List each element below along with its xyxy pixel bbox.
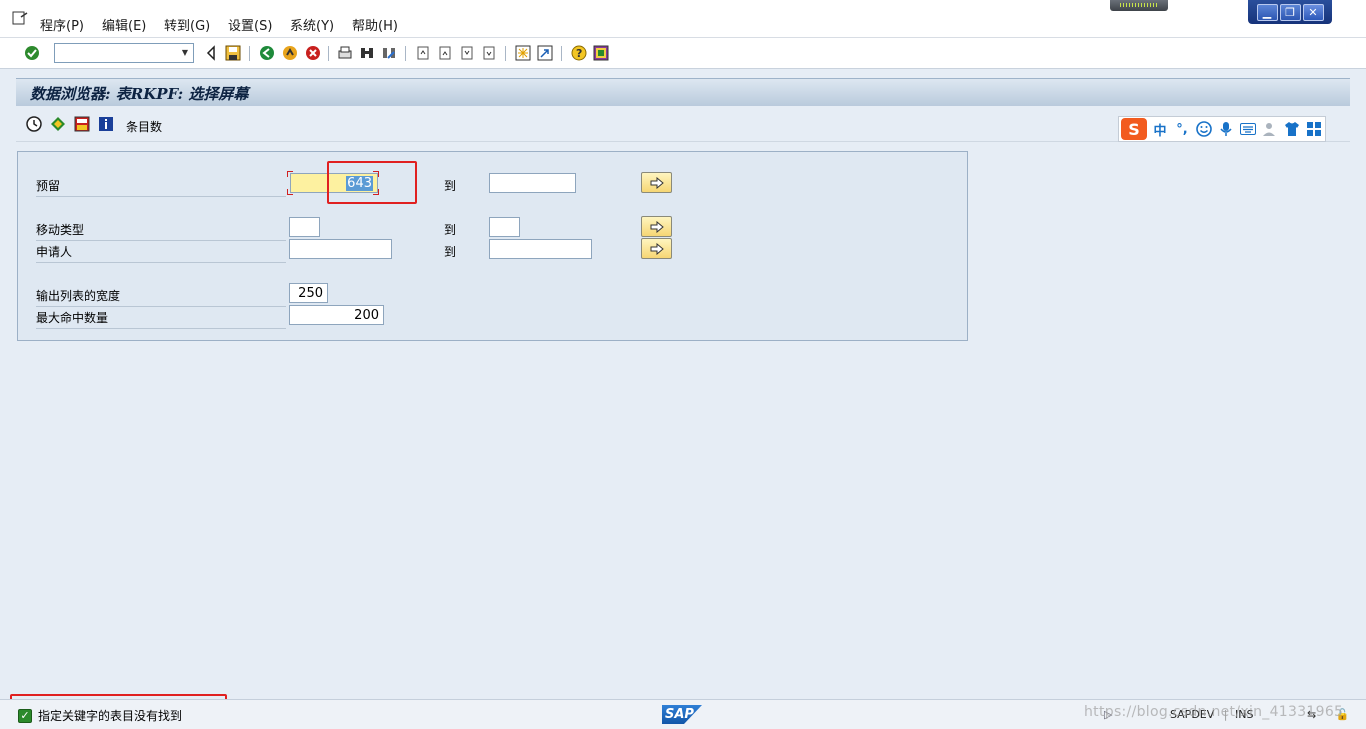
next-page-icon[interactable] xyxy=(459,45,475,61)
standard-toolbar: ▼ ? xyxy=(0,38,1366,69)
layout-menu-icon[interactable] xyxy=(593,45,609,61)
svg-text:?: ? xyxy=(576,47,582,60)
first-page-icon[interactable] xyxy=(415,45,431,61)
close-window-button[interactable]: ✕ xyxy=(1302,3,1324,21)
menu-help[interactable]: 帮助(H) xyxy=(352,15,398,34)
to-label-movement-type: 到 xyxy=(444,223,457,237)
sap-logo: SAP xyxy=(662,705,702,724)
cancel-icon[interactable] xyxy=(305,45,321,61)
save-variant-icon[interactable] xyxy=(74,116,90,132)
menu-settings[interactable]: 设置(S) xyxy=(228,15,272,34)
output-width-input[interactable]: 250 xyxy=(289,283,328,303)
field-label-movement-type: 移动类型 xyxy=(36,221,286,241)
command-field[interactable]: ▼ xyxy=(54,43,194,63)
sogou-logo[interactable]: S xyxy=(1121,118,1147,140)
movement-type-multiple-selection-button[interactable] xyxy=(641,216,672,237)
menu-edit[interactable]: 编辑(E) xyxy=(102,15,146,34)
window-controls: ▁ ❐ ✕ xyxy=(1248,0,1332,24)
max-hits-input[interactable]: 200 xyxy=(289,305,384,325)
page-title: 数据浏览器: 表RKPF: 选择屏幕 xyxy=(30,85,249,103)
status-message-text: 指定关键字的表目没有找到 xyxy=(38,709,183,723)
arrow-right-icon xyxy=(650,220,664,233)
reservation-high-input[interactable] xyxy=(489,173,576,193)
watermark: https://blog.csdn.net/xin_41331965 xyxy=(1084,704,1344,720)
field-label-max-hits: 最大命中数量 xyxy=(36,309,286,329)
menu-program[interactable]: 程序(P) xyxy=(40,15,84,34)
print-icon[interactable] xyxy=(337,45,353,61)
save-icon[interactable] xyxy=(225,45,241,61)
user-icon[interactable] xyxy=(1261,120,1279,138)
minimize-button[interactable]: ▁ xyxy=(1256,3,1278,21)
collapse-arrow-icon[interactable] xyxy=(203,45,219,61)
info-icon[interactable] xyxy=(98,116,114,132)
arrow-right-icon xyxy=(650,176,664,189)
requester-low-input[interactable] xyxy=(289,239,392,259)
annotation-box-reservation xyxy=(327,161,417,204)
arrow-right-icon xyxy=(650,242,664,255)
execute-clock-icon[interactable] xyxy=(26,116,42,132)
toolbox-grid-icon[interactable] xyxy=(1305,120,1323,138)
requester-high-input[interactable] xyxy=(489,239,592,259)
keyboard-icon[interactable] xyxy=(1239,120,1257,138)
ime-punct[interactable]: °, xyxy=(1173,120,1191,138)
help-icon[interactable]: ? xyxy=(571,45,587,61)
status-message[interactable]: ✓ 指定关键字的表目没有找到 xyxy=(18,707,182,724)
shortcut-icon[interactable] xyxy=(537,45,553,61)
back-icon[interactable] xyxy=(259,45,275,61)
success-check-icon: ✓ xyxy=(18,708,32,723)
to-label-reservation: 到 xyxy=(444,179,457,193)
selection-options-icon[interactable] xyxy=(50,116,66,132)
last-page-icon[interactable] xyxy=(481,45,497,61)
movement-type-low-input[interactable] xyxy=(289,217,320,237)
field-label-requester: 申请人 xyxy=(36,243,286,263)
find-icon[interactable] xyxy=(359,45,375,61)
screen-title-bar: 数据浏览器: 表RKPF: 选择屏幕 xyxy=(16,78,1350,106)
previous-page-icon[interactable] xyxy=(437,45,453,61)
emoji-icon[interactable] xyxy=(1195,120,1213,138)
exit-icon[interactable] xyxy=(282,45,298,61)
menu-system[interactable]: 系统(Y) xyxy=(290,15,334,34)
find-next-icon[interactable] xyxy=(381,45,397,61)
enter-check-icon[interactable] xyxy=(24,45,40,61)
movement-type-high-input[interactable] xyxy=(489,217,520,237)
connection-indicator xyxy=(1110,0,1168,11)
ime-toolbar: S 中 °, xyxy=(1118,116,1326,142)
to-label-requester: 到 xyxy=(444,245,457,259)
ime-mode[interactable]: 中 xyxy=(1151,120,1169,139)
reservation-multiple-selection-button[interactable] xyxy=(641,172,672,193)
menu-bar: 程序(P) 编辑(E) 转到(G) 设置(S) 系统(Y) 帮助(H) ▁ ❐ … xyxy=(0,0,1366,38)
restore-button[interactable]: ❐ xyxy=(1279,3,1301,21)
entry-count-button[interactable]: 条目数 xyxy=(126,118,162,135)
system-menu-icon[interactable] xyxy=(12,11,28,25)
microphone-icon[interactable] xyxy=(1217,120,1235,138)
field-label-reservation: 预留 xyxy=(36,177,286,197)
menu-goto[interactable]: 转到(G) xyxy=(164,15,210,34)
skin-shirt-icon[interactable] xyxy=(1283,120,1301,138)
field-label-output-width: 输出列表的宽度 xyxy=(36,287,286,307)
requester-multiple-selection-button[interactable] xyxy=(641,238,672,259)
new-session-icon[interactable] xyxy=(515,45,531,61)
chevron-down-icon[interactable]: ▼ xyxy=(177,44,193,62)
